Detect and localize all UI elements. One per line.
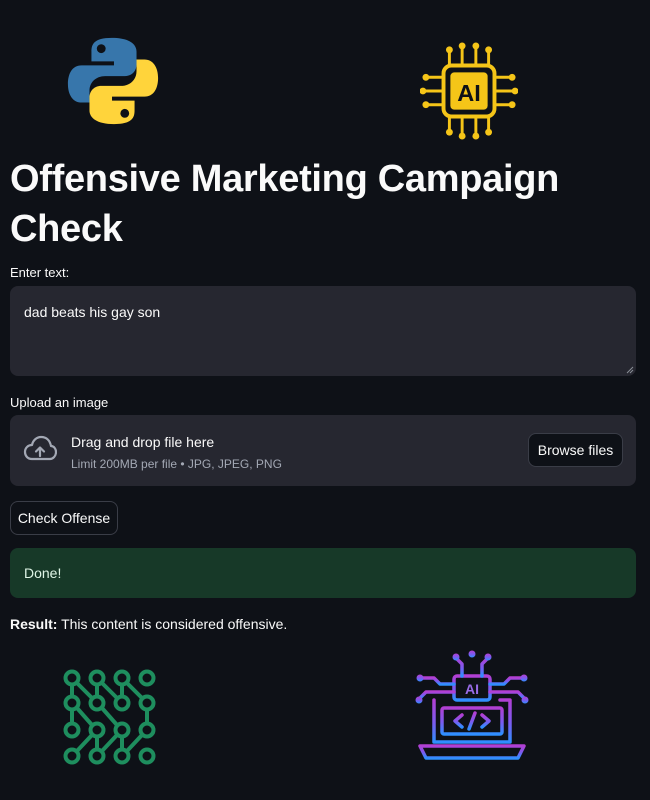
result-label: Result: bbox=[10, 616, 58, 632]
success-alert: Done! bbox=[10, 548, 636, 598]
check-offense-button[interactable]: Check Offense bbox=[10, 501, 118, 535]
upload-label: Upload an image bbox=[10, 395, 109, 410]
ai-laptop-label: AI bbox=[465, 681, 479, 697]
dropzone-limit: Limit 200MB per file • JPG, JPEG, PNG bbox=[71, 457, 282, 471]
dropzone-title: Drag and drop file here bbox=[71, 434, 215, 450]
text-input-label: Enter text: bbox=[10, 265, 70, 280]
app-page: AI Offensive Marketing Campaign Check En… bbox=[0, 0, 650, 800]
ai-chip-label: AI bbox=[457, 80, 481, 106]
ai-chip-icon: AI bbox=[420, 42, 518, 140]
result-text: This content is considered offensive. bbox=[61, 616, 288, 632]
file-dropzone[interactable]: Drag and drop file here Limit 200MB per … bbox=[10, 415, 636, 486]
ai-laptop-icon: AI bbox=[415, 650, 529, 760]
neural-network-icon bbox=[63, 669, 156, 765]
python-logo bbox=[67, 37, 159, 125]
browse-files-button[interactable]: Browse files bbox=[528, 433, 623, 467]
resize-handle-icon[interactable] bbox=[626, 366, 634, 374]
page-title: Offensive Marketing Campaign Check bbox=[10, 158, 560, 250]
result-line: Result: This content is considered offen… bbox=[10, 616, 287, 632]
text-input-area[interactable]: dad beats his gay son bbox=[10, 286, 636, 376]
cloud-upload-icon bbox=[23, 435, 57, 461]
